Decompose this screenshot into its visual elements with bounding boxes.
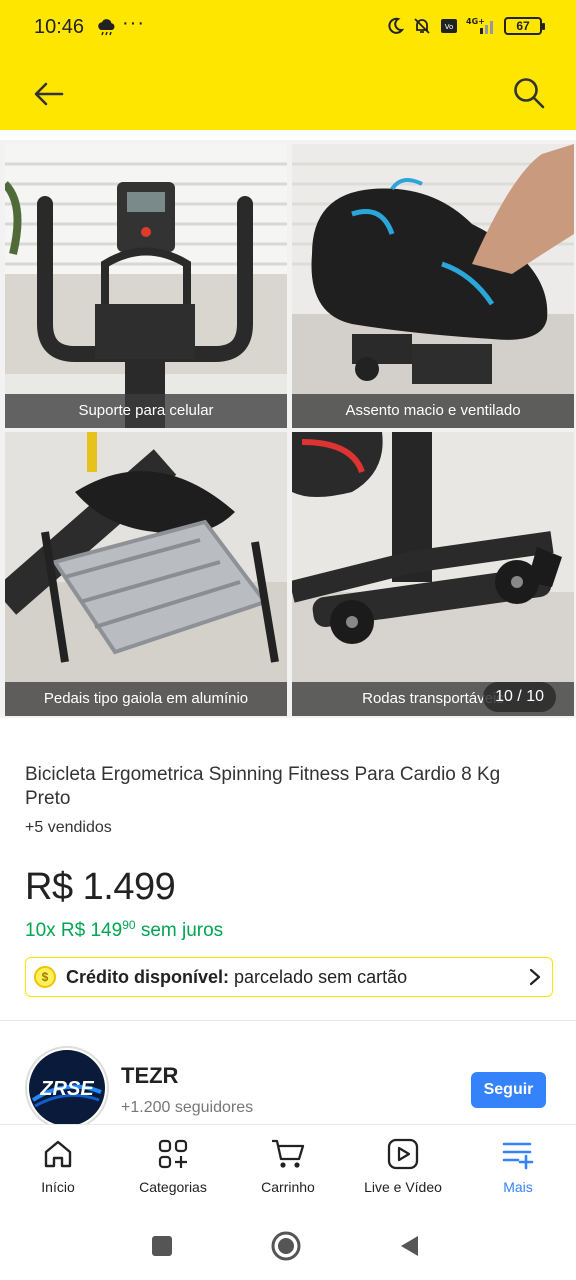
installments-amount: 10x R$ 149 <box>25 920 123 941</box>
status-bar: 10:46 ··· Vo 4G+ 67 <box>0 0 576 58</box>
seller-name[interactable]: TEZR <box>121 1063 178 1089</box>
credit-available-banner[interactable]: $ Crédito disponível: parcelado sem cart… <box>25 957 553 997</box>
nav-label: Live e Vídeo <box>364 1179 442 1195</box>
nav-item-mais[interactable]: Mais <box>463 1137 573 1195</box>
installments-info: 10x R$ 14990 sem juros <box>25 918 223 942</box>
categories-icon <box>158 1139 188 1169</box>
search-icon[interactable] <box>512 76 546 110</box>
gallery-counter: 10 / 10 <box>483 682 556 712</box>
product-title: Bicicleta Ergometrica Spinning Fitness P… <box>25 764 501 809</box>
system-navigation-bar <box>0 1212 576 1280</box>
home-button-icon[interactable] <box>270 1230 302 1262</box>
weather-icon <box>98 19 115 36</box>
nav-item-inicio[interactable]: Início <box>3 1137 113 1195</box>
chevron-right-icon <box>529 968 541 986</box>
pedal-photo <box>5 432 287 716</box>
handlebar-photo <box>5 144 287 428</box>
moon-icon <box>388 17 404 34</box>
seat-photo <box>292 144 574 428</box>
status-more-dots: ··· <box>122 12 145 34</box>
credit-label: Crédito disponível: <box>66 966 230 987</box>
status-indicators: Vo 4G+ 67 <box>386 16 545 36</box>
gallery-tile-handlebar: Suporte para celular <box>5 144 287 428</box>
gallery-tile-wheels: Rodas transportáveis 10 / 10 <box>292 432 574 716</box>
sold-count: +5 vendidos <box>25 819 112 836</box>
app-bar <box>0 58 576 130</box>
gallery-tile-seat: Assento macio e ventilado <box>292 144 574 428</box>
credit-text: Crédito disponível: parcelado sem cartão <box>66 967 407 988</box>
svg-text:4G+: 4G+ <box>466 17 485 26</box>
volte-icon: Vo <box>441 19 457 33</box>
product-price: R$ 1.499 <box>25 866 176 908</box>
home-icon <box>44 1140 72 1168</box>
nav-label: Carrinho <box>261 1179 315 1195</box>
credit-description: parcelado sem cartão <box>234 966 408 987</box>
section-divider <box>0 1020 576 1021</box>
back-button-icon[interactable] <box>398 1234 422 1258</box>
recent-apps-icon[interactable] <box>150 1234 174 1258</box>
coin-icon: $ <box>34 966 56 988</box>
wheels-photo <box>292 432 574 716</box>
nav-item-live-video[interactable]: Live e Vídeo <box>348 1137 458 1195</box>
cart-icon <box>272 1139 305 1168</box>
bottom-navigation: Início Categorias Carrinho Live e Vídeo … <box>0 1124 576 1212</box>
gallery-tile-pedal: Pedais tipo gaiola em alumínio <box>5 432 287 716</box>
nav-item-categorias[interactable]: Categorias <box>118 1137 228 1195</box>
nav-item-carrinho[interactable]: Carrinho <box>233 1137 343 1195</box>
product-image-gallery[interactable]: Suporte para celular Assento macio e ven… <box>0 140 576 718</box>
gallery-caption: Suporte para celular <box>5 394 287 428</box>
signal-icon: 4G+ <box>466 17 493 34</box>
installments-suffix: sem juros <box>140 920 224 941</box>
follow-button[interactable]: Seguir <box>471 1072 546 1108</box>
mute-bell-icon <box>414 18 430 34</box>
gallery-caption: Assento macio e ventilado <box>292 394 574 428</box>
play-icon <box>387 1138 419 1170</box>
seller-followers: +1.200 seguidores <box>121 1099 254 1116</box>
nav-label: Início <box>41 1179 75 1195</box>
svg-text:Vo: Vo <box>445 23 454 31</box>
battery-icon: 67 <box>504 17 545 35</box>
seller-avatar[interactable]: ZRSE <box>25 1046 109 1130</box>
nav-label: Mais <box>503 1179 533 1195</box>
seller-logo: ZRSE <box>29 1050 105 1126</box>
nav-label: Categorias <box>139 1179 207 1195</box>
status-time: 10:46 <box>34 16 85 38</box>
installments-cents: 90 <box>122 918 136 932</box>
back-arrow-icon[interactable] <box>32 78 66 110</box>
gallery-caption: Pedais tipo gaiola em alumínio <box>5 682 287 716</box>
seller-logo-text: ZRSE <box>39 1078 94 1100</box>
menu-plus-icon <box>502 1142 534 1170</box>
